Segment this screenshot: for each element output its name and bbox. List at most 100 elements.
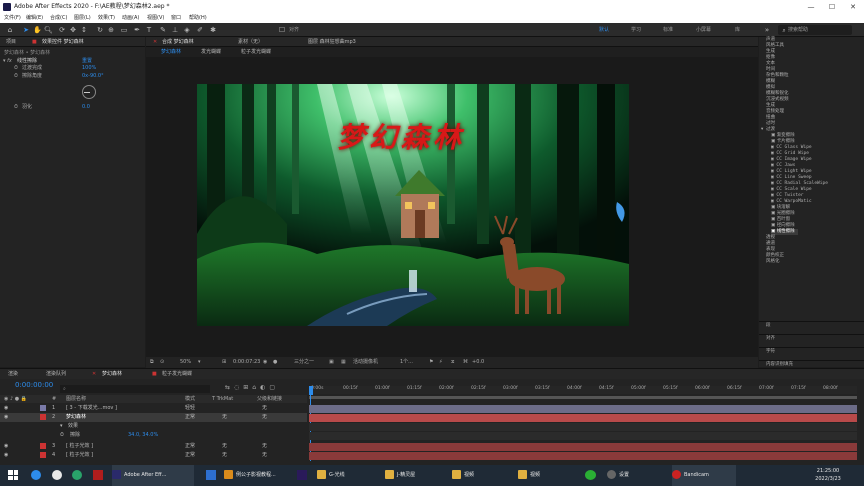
menu-effect[interactable]: 效果(T) [98, 14, 115, 23]
fit-icon[interactable]: ⊞ [222, 357, 226, 368]
menu-edit[interactable]: 编辑(E) [26, 14, 43, 23]
stopwatch-icon[interactable]: ⏱ [14, 65, 18, 71]
always-preview-icon[interactable]: ⧉ [150, 357, 154, 368]
taskbar-item-settings[interactable]: 设置 [607, 465, 629, 486]
timeline-timecode[interactable]: 0:00:00:00 [15, 381, 53, 389]
angle-dial[interactable] [82, 85, 96, 99]
menu-composition[interactable]: 合成(C) [50, 14, 67, 23]
work-area-bar[interactable] [309, 396, 857, 399]
panel-tab-align[interactable]: 对齐 [766, 336, 775, 342]
menu-animation[interactable]: 动画(A) [122, 14, 139, 23]
label-color-swatch[interactable] [40, 405, 46, 411]
home-icon[interactable]: ⌂ [6, 26, 14, 34]
tab-render[interactable]: 渲染 [8, 369, 18, 379]
flowchart-icon[interactable]: ⌘ [463, 357, 468, 368]
layer-mode[interactable]: 正常 [185, 413, 195, 422]
label-color-swatch[interactable] [40, 414, 46, 420]
workspace-learn[interactable]: 学习 [631, 25, 641, 35]
camera-snapshot-icon[interactable]: ◉ [263, 357, 267, 368]
workspace-default[interactable]: 默认 [599, 25, 609, 35]
help-search-input[interactable]: 搜索帮助 [778, 25, 852, 35]
layer-property-row[interactable]: ▾ 效果 [0, 422, 307, 431]
exposure-value[interactable]: +0.0 [472, 357, 484, 368]
property-group-effects[interactable]: 效果 [68, 422, 78, 431]
effect-item-selected[interactable]: ▣ 线性擦除 [771, 229, 798, 235]
eye-icon[interactable]: ◉ [4, 404, 8, 413]
rotate-tool-icon[interactable]: ↻ [96, 26, 104, 34]
tab-layer[interactable]: 图层 森林狂想曲mp3 [308, 37, 356, 47]
stopwatch-icon[interactable]: ⏱ [14, 104, 18, 110]
show-channel-icon[interactable]: ● [273, 357, 277, 368]
workspace-small-screen[interactable]: 小屏幕 [696, 25, 711, 35]
subtab-glow-butterfly[interactable]: 发光蝴蝶 [201, 47, 221, 57]
tab-composition[interactable]: 合成 梦幻森林 [162, 37, 194, 47]
layer-parent[interactable]: 无 [262, 404, 267, 413]
clock-time[interactable]: 21:25:00 [808, 468, 848, 474]
stopwatch-icon[interactable]: ⏱ [14, 73, 18, 79]
minimize-button[interactable]: — [801, 0, 821, 14]
timeline-link-icon[interactable]: ⧖ [451, 357, 455, 368]
taskbar-item-folder[interactable]: 视频 [452, 465, 474, 486]
stopwatch-icon[interactable]: ⏱ [60, 431, 64, 440]
taskbar-item-bandicam[interactable]: Bandicam [672, 465, 736, 486]
fx-expand-icon[interactable]: ▾ fx [3, 58, 12, 64]
layer-trkmat[interactable]: 无 [222, 442, 227, 451]
eraser-tool-icon[interactable]: ◈ [183, 26, 191, 34]
views-select[interactable]: 1个... [400, 357, 413, 368]
wechat-icon[interactable] [585, 470, 596, 480]
subtab-particle-butterfly[interactable]: 粒子发光蝴蝶 [241, 47, 271, 57]
camera-select[interactable]: 活动摄像机 [353, 357, 378, 368]
label-color-swatch[interactable] [40, 452, 46, 458]
layer-row[interactable]: ◉ 4 [ 粒子光效 ] 正常 无 无 [0, 451, 307, 460]
eye-icon[interactable]: ◉ [4, 442, 8, 451]
transparency-grid-icon[interactable]: ▦ [341, 357, 346, 368]
lock-icon[interactable]: ■ [32, 37, 37, 47]
close-tab-icon[interactable]: ✕ [153, 37, 157, 47]
app-icon[interactable] [206, 470, 216, 480]
timeline-switch-icons[interactable]: ⇆◌⊞⌂◐▢ [225, 384, 279, 391]
layer-property-row[interactable]: ⏱ 擦除 34.0, 34.0% [0, 431, 307, 440]
brush-tool-icon[interactable]: ✎ [159, 26, 167, 34]
hand-tool-icon[interactable]: ✋ [33, 26, 42, 34]
edge-browser-icon[interactable] [31, 470, 41, 480]
zoom-level[interactable]: 50% [180, 357, 191, 368]
layer-track-bar[interactable] [309, 443, 857, 451]
close-tab-icon[interactable]: ■ [152, 369, 157, 379]
browser-icon[interactable] [52, 470, 62, 480]
puppet-tool-icon[interactable]: ✱ [209, 26, 217, 34]
fast-preview-icon[interactable]: ⚡ [439, 357, 443, 368]
layer-mode[interactable]: 轻轻 [185, 404, 195, 413]
tab-project[interactable]: 项目 [6, 37, 16, 47]
layer-row[interactable]: ◉ 1 [ 3 - 下载发光...mov ] 轻轻 无 [0, 404, 307, 413]
taskbar-item-after-effects[interactable]: Adobe After Eff... [112, 465, 194, 486]
maximize-button[interactable]: ☐ [822, 0, 842, 14]
resolution-select[interactable]: 三分之一 [294, 357, 314, 368]
pen-tool-icon[interactable]: ✒ [133, 26, 141, 34]
close-button[interactable]: ✕ [843, 0, 863, 14]
layer-row[interactable]: ◉ 3 [ 粒子光效 ] 正常 无 无 [0, 442, 307, 451]
pan-camera-icon[interactable]: ✥ [69, 26, 77, 34]
clone-stamp-icon[interactable]: ⊥ [171, 26, 179, 34]
more-workspaces-icon[interactable]: » [763, 26, 771, 34]
close-tab-icon[interactable]: ✕ [92, 369, 96, 379]
region-of-interest-icon[interactable]: ▣ [329, 357, 334, 368]
windows-start-icon[interactable] [8, 470, 18, 480]
layer-mode[interactable]: 正常 [185, 451, 195, 460]
zoom-tool-icon[interactable]: 🔍︎ [44, 26, 53, 34]
composition-frame[interactable]: 梦幻森林 [197, 84, 629, 326]
layer-trkmat[interactable]: 无 [222, 413, 227, 422]
layer-row-selected[interactable]: ◉ 2 梦幻森林 正常 无 无 [0, 413, 307, 422]
current-time[interactable]: 0:00:07:23 [233, 357, 260, 368]
render-icon[interactable]: ⚑ [429, 357, 433, 368]
app-icon[interactable] [72, 470, 82, 480]
taskbar-item-tutorial[interactable]: 例公子影视教程... [224, 465, 276, 486]
taskbar-item-folder[interactable]: G-光线 [317, 465, 345, 486]
tab-timeline-dream-forest[interactable]: 梦幻森林 [102, 369, 122, 379]
label-color-swatch[interactable] [40, 443, 46, 449]
anchor-tool-icon[interactable]: ⊕ [107, 26, 115, 34]
layer-search-input[interactable]: ⌕ [60, 385, 210, 393]
roto-brush-icon[interactable]: ✐ [196, 26, 204, 34]
prop-value-completion[interactable]: 100% [82, 65, 96, 71]
layer-trkmat[interactable]: 无 [222, 451, 227, 460]
orbit-camera-icon[interactable]: ⟳ [58, 26, 66, 34]
